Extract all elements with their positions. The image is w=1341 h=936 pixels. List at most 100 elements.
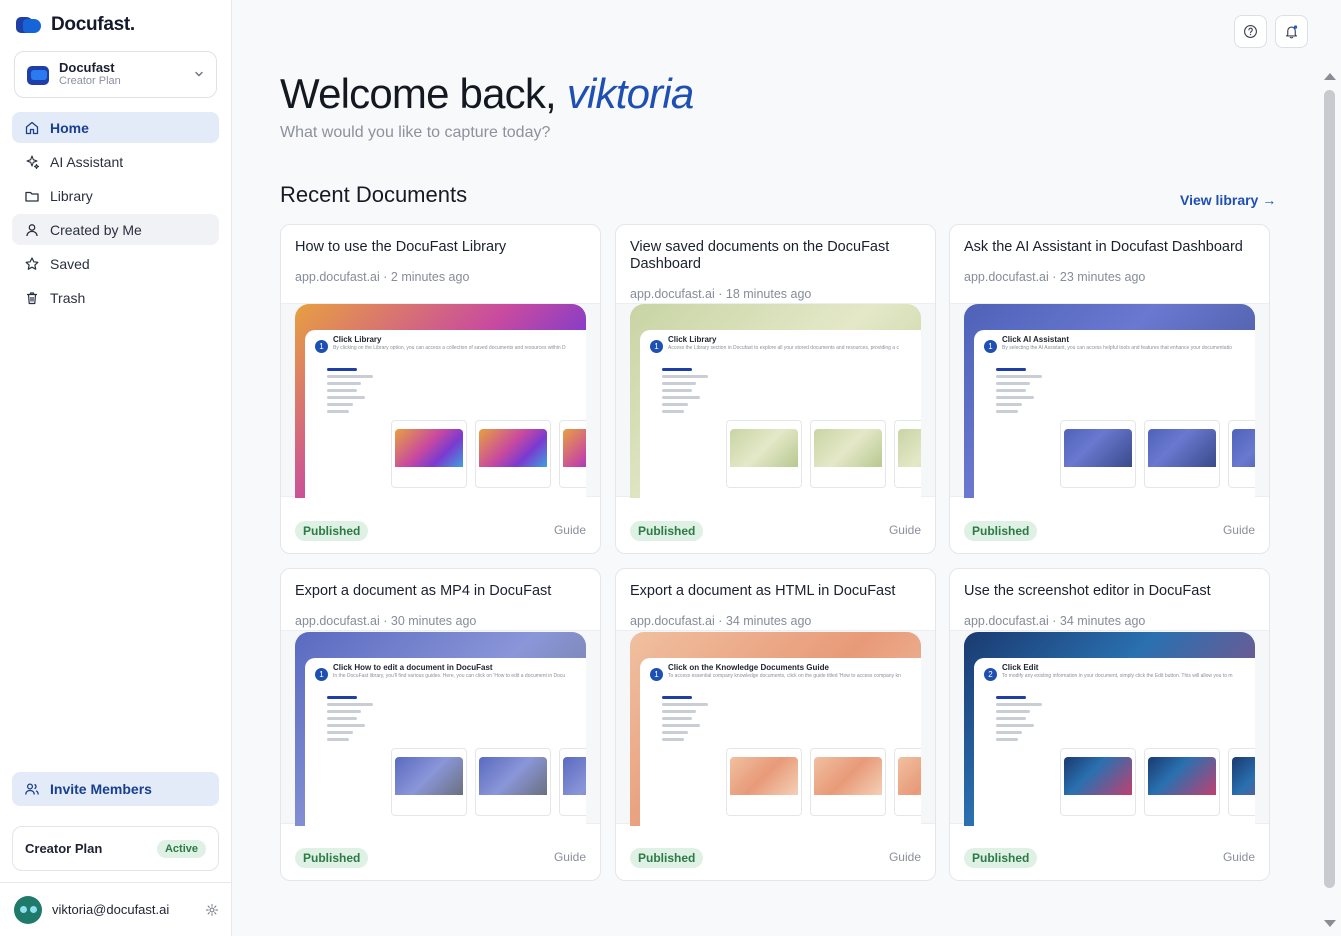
thumbnail-step-desc: To modify any existing information in yo… bbox=[1002, 673, 1233, 679]
notifications-button[interactable] bbox=[1275, 15, 1308, 48]
view-library-link[interactable]: View library → bbox=[1180, 192, 1276, 208]
thumbnail-step-title: Click on the Knowledge Documents Guide bbox=[668, 663, 829, 672]
thumbnail-mini-card bbox=[475, 420, 551, 488]
sidebar-item-label: Trash bbox=[50, 289, 86, 306]
brand-name: Docufast. bbox=[51, 14, 135, 35]
sidebar-item-saved[interactable]: Saved bbox=[12, 248, 219, 279]
document-title: Export a document as HTML in DocuFast bbox=[630, 583, 896, 599]
thumbnail-step-desc: By clicking on the Library option, you c… bbox=[333, 345, 566, 351]
document-thumbnail: 1 Click on the Knowledge Documents Guide… bbox=[630, 632, 921, 826]
thumbnail-mini-card bbox=[726, 748, 802, 816]
folder-icon bbox=[25, 191, 39, 202]
thumbnail-step-number: 1 bbox=[650, 668, 663, 681]
thumbnail-step-title: Click Library bbox=[333, 335, 382, 344]
document-title: Use the screenshot editor in DocuFast bbox=[964, 583, 1211, 599]
sidebar-item-library[interactable]: Library bbox=[12, 180, 219, 211]
gear-icon[interactable] bbox=[205, 903, 219, 917]
user-profile[interactable]: viktoria@docufast.ai bbox=[0, 882, 231, 936]
scrollbar-thumb[interactable] bbox=[1324, 90, 1335, 888]
users-icon bbox=[25, 783, 39, 795]
thumbnail-mini-sidebar bbox=[996, 364, 1050, 417]
scrollbar[interactable] bbox=[1323, 70, 1337, 932]
docufast-logo-icon bbox=[16, 15, 42, 35]
avatar bbox=[14, 895, 42, 924]
thumbnail-preview: 1 Click AI Assistant By selecting the AI… bbox=[974, 330, 1255, 498]
thumbnail-mini-card bbox=[1060, 420, 1136, 488]
status-badge: Published bbox=[295, 521, 369, 541]
thumbnail-mini-sidebar bbox=[327, 364, 381, 417]
document-title: Export a document as MP4 in DocuFast bbox=[295, 583, 552, 599]
document-meta: app.docufast.ai · 2 minutes ago bbox=[295, 270, 470, 284]
document-meta: app.docufast.ai · 18 minutes ago bbox=[630, 287, 812, 301]
thumbnail-mini-card bbox=[1228, 748, 1255, 816]
document-title: Ask the AI Assistant in Docufast Dashboa… bbox=[964, 239, 1243, 255]
sidebar-item-created-by-me[interactable]: Created by Me bbox=[12, 214, 219, 245]
thumbnail-mini-card bbox=[726, 420, 802, 488]
thumbnail-mini-card bbox=[559, 420, 586, 488]
help-button[interactable] bbox=[1234, 15, 1267, 48]
document-card[interactable]: Export a document as HTML in DocuFast ap… bbox=[615, 568, 936, 881]
document-type: Guide bbox=[553, 850, 586, 864]
document-thumbnail-area: 2 Click Edit To modify any existing info… bbox=[950, 630, 1269, 826]
trash-icon bbox=[27, 291, 37, 304]
invite-members-label: Invite Members bbox=[50, 781, 152, 797]
thumbnail-step-number: 2 bbox=[984, 668, 997, 681]
document-type: Guide bbox=[1222, 850, 1255, 864]
status-badge: Published bbox=[295, 848, 369, 868]
sidebar-item-label: Home bbox=[50, 119, 89, 136]
thumbnail-mini-sidebar bbox=[327, 692, 381, 745]
thumbnail-step-number: 1 bbox=[984, 340, 997, 353]
thumbnail-step-title: Click Library bbox=[668, 335, 717, 344]
welcome-username: viktoria bbox=[566, 70, 694, 117]
thumbnail-mini-card bbox=[391, 420, 467, 488]
document-thumbnail-area: 1 Click Library Access the Library secti… bbox=[616, 303, 935, 498]
document-thumbnail-area: 1 Click Library By clicking on the Libra… bbox=[281, 303, 600, 498]
invite-members-button[interactable]: Invite Members bbox=[12, 772, 219, 806]
status-badge: Published bbox=[630, 521, 704, 541]
document-card[interactable]: Ask the AI Assistant in Docufast Dashboa… bbox=[949, 224, 1270, 554]
thumbnail-preview: 2 Click Edit To modify any existing info… bbox=[974, 658, 1255, 826]
document-card[interactable]: Use the screenshot editor in DocuFast ap… bbox=[949, 568, 1270, 881]
thumbnail-step-desc: Access the Library section in Docufast t… bbox=[668, 345, 899, 351]
thumbnail-mini-card bbox=[391, 748, 467, 816]
sidebar-item-trash[interactable]: Trash bbox=[12, 282, 219, 313]
scroll-up-icon[interactable] bbox=[1323, 70, 1337, 82]
sidebar-item-home[interactable]: Home bbox=[12, 112, 219, 143]
sidebar-item-label: AI Assistant bbox=[50, 153, 124, 170]
sidebar-item-ai-assistant[interactable]: AI Assistant bbox=[12, 146, 219, 177]
document-title: How to use the DocuFast Library bbox=[295, 239, 507, 255]
help-icon bbox=[1244, 25, 1257, 38]
thumbnail-mini-card bbox=[894, 420, 921, 488]
thumbnail-preview: 1 Click Library By clicking on the Libra… bbox=[305, 330, 586, 498]
document-thumbnail-area: 1 Click How to edit a document in DocuFa… bbox=[281, 630, 600, 826]
sidebar-item-label: Created by Me bbox=[50, 221, 142, 238]
thumbnail-mini-card bbox=[810, 420, 886, 488]
document-card[interactable]: How to use the DocuFast Library app.docu… bbox=[280, 224, 601, 554]
document-card[interactable]: View saved documents on the DocuFast Das… bbox=[615, 224, 936, 554]
thumbnail-step-number: 1 bbox=[315, 668, 328, 681]
workspace-plan: Creator Plan bbox=[59, 75, 121, 87]
document-meta: app.docufast.ai · 34 minutes ago bbox=[630, 614, 812, 628]
sidebar-nav: Home AI Assistant Library Created by Me … bbox=[12, 112, 219, 316]
workspace-switcher[interactable]: Docufast Creator Plan bbox=[14, 51, 217, 98]
document-type: Guide bbox=[553, 523, 586, 537]
plan-card[interactable]: Creator Plan Active bbox=[12, 826, 219, 871]
thumbnail-preview: 1 Click on the Knowledge Documents Guide… bbox=[640, 658, 921, 826]
thumbnail-step-title: Click How to edit a document in DocuFast bbox=[333, 663, 493, 672]
thumbnail-step-number: 1 bbox=[650, 340, 663, 353]
chevron-down-icon bbox=[195, 71, 203, 77]
brand[interactable]: Docufast. bbox=[16, 14, 135, 36]
scroll-down-icon[interactable] bbox=[1323, 918, 1337, 930]
thumbnail-mini-card bbox=[894, 748, 921, 816]
thumbnail-mini-card bbox=[1228, 420, 1255, 488]
home-icon bbox=[25, 121, 39, 134]
user-email: viktoria@docufast.ai bbox=[52, 902, 170, 917]
document-thumbnail: 1 Click AI Assistant By selecting the AI… bbox=[964, 304, 1255, 498]
document-title: View saved documents on the DocuFast Das… bbox=[630, 239, 890, 272]
document-type: Guide bbox=[888, 523, 921, 537]
document-thumbnail-area: 1 Click on the Knowledge Documents Guide… bbox=[616, 630, 935, 826]
document-meta: app.docufast.ai · 34 minutes ago bbox=[964, 614, 1146, 628]
document-type: Guide bbox=[888, 850, 921, 864]
document-card[interactable]: Export a document as MP4 in DocuFast app… bbox=[280, 568, 601, 881]
sidebar: Docufast. Docufast Creator Plan Home AI … bbox=[0, 0, 232, 936]
